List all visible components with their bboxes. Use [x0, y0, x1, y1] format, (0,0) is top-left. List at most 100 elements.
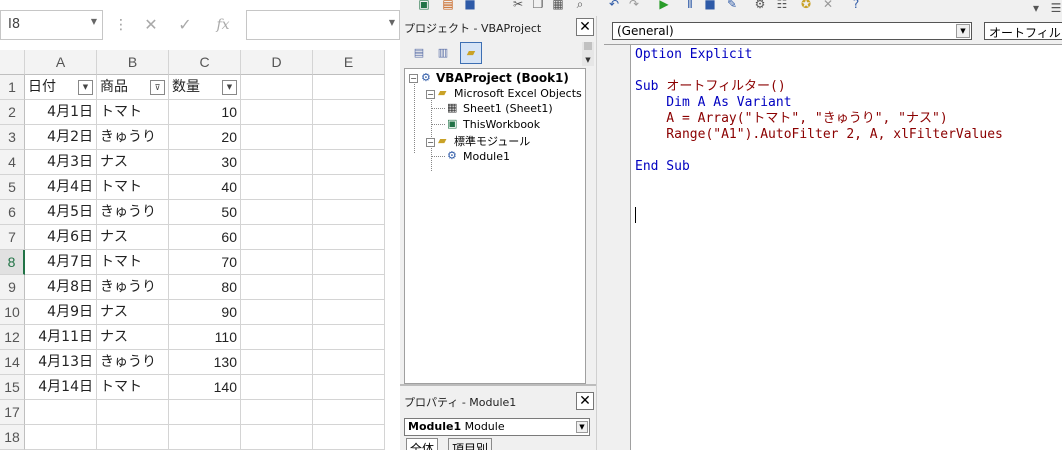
insert-module-icon[interactable]: ▤	[440, 0, 456, 12]
cell-d2[interactable]	[241, 100, 313, 125]
cell-d10[interactable]	[241, 300, 313, 325]
cell-b6[interactable]: きゅうり	[97, 200, 169, 225]
find-icon[interactable]: ⌕	[572, 0, 588, 12]
code-text[interactable]: Option Explicit Sub オートフィルター() Dim A As V…	[635, 47, 1003, 175]
row-header[interactable]: 8	[0, 250, 25, 275]
row-header[interactable]: 17	[0, 400, 25, 425]
cell-e8[interactable]	[313, 250, 385, 275]
tree-node-sheet1[interactable]: Sheet1 (Sheet1)	[463, 102, 553, 116]
cell-a1[interactable]: 日付 ▼	[25, 75, 97, 100]
cell-d7[interactable]	[241, 225, 313, 250]
cell-d6[interactable]	[241, 200, 313, 225]
cell-c9[interactable]: 80	[169, 275, 241, 300]
toolbar-options-icon[interactable]: ▾	[1028, 0, 1044, 16]
cell-b8[interactable]: トマト	[97, 250, 169, 275]
object-combo[interactable]: (General) ▼	[612, 22, 972, 40]
name-box[interactable]: I8 ▼	[0, 10, 103, 40]
cell-b18[interactable]	[97, 425, 169, 450]
filter-dropdown-icon[interactable]: ▼	[222, 80, 237, 95]
toolbar-more-icon[interactable]: ☰	[1048, 0, 1062, 16]
cell-d14[interactable]	[241, 350, 313, 375]
tab-categorized[interactable]: 項目別	[448, 438, 493, 450]
cancel-icon[interactable]: ✕	[136, 12, 166, 38]
cell-c6[interactable]: 50	[169, 200, 241, 225]
cell-e12[interactable]	[313, 325, 385, 350]
code-line[interactable]	[635, 143, 1003, 159]
paste-icon[interactable]: ▦	[550, 0, 566, 12]
chevron-down-icon[interactable]: ▼	[91, 17, 97, 26]
close-icon[interactable]: ✕	[576, 18, 594, 36]
column-header-e[interactable]: E	[313, 50, 385, 75]
select-all-corner[interactable]	[0, 50, 25, 75]
view-code-icon[interactable]: ▤	[408, 42, 430, 64]
project-explorer-icon[interactable]: ⚙	[752, 0, 768, 12]
code-line[interactable]: Sub オートフィルター()	[635, 79, 1003, 95]
undo-icon[interactable]: ↶	[606, 0, 622, 12]
cell-b7[interactable]: ナス	[97, 225, 169, 250]
cell-a10[interactable]: 4月9日	[25, 300, 97, 325]
code-editor[interactable]: Option Explicit Sub オートフィルター() Dim A As V…	[604, 44, 1062, 450]
cell-a8[interactable]: 4月7日	[25, 250, 97, 275]
close-icon[interactable]: ✕	[576, 392, 594, 410]
column-header-b[interactable]: B	[97, 50, 169, 75]
code-line[interactable]: A = Array("トマト", "きゅうり", "ナス")	[635, 111, 1003, 127]
row-header[interactable]: 18	[0, 425, 25, 450]
cell-e4[interactable]	[313, 150, 385, 175]
cell-a14[interactable]: 4月13日	[25, 350, 97, 375]
tree-node-module1[interactable]: Module1	[463, 150, 510, 164]
formula-input[interactable]: ▼	[246, 10, 400, 40]
row-header[interactable]: 2	[0, 100, 25, 125]
cell-b2[interactable]: トマト	[97, 100, 169, 125]
cell-b5[interactable]: トマト	[97, 175, 169, 200]
chevron-down-icon[interactable]: ▼	[956, 24, 970, 38]
cell-b14[interactable]: きゅうり	[97, 350, 169, 375]
code-line[interactable]	[635, 63, 1003, 79]
cell-a7[interactable]: 4月6日	[25, 225, 97, 250]
cell-c17[interactable]	[169, 400, 241, 425]
cell-c1[interactable]: 数量 ▼	[169, 75, 241, 100]
row-header[interactable]: 15	[0, 375, 25, 400]
chevron-down-icon[interactable]: ▼	[389, 18, 395, 27]
cell-b10[interactable]: ナス	[97, 300, 169, 325]
collapse-icon[interactable]: −	[409, 74, 418, 83]
collapse-icon[interactable]: −	[426, 90, 435, 99]
code-line[interactable]: Dim A As Variant	[635, 95, 1003, 111]
tab-alphabetic[interactable]: 全体	[406, 438, 439, 450]
cell-e17[interactable]	[313, 400, 385, 425]
cell-d5[interactable]	[241, 175, 313, 200]
cell-c5[interactable]: 40	[169, 175, 241, 200]
column-header-d[interactable]: D	[241, 50, 313, 75]
enter-icon[interactable]: ✓	[170, 12, 200, 38]
redo-icon[interactable]: ↷	[626, 0, 642, 12]
project-tree[interactable]: − ⚙ VBAProject (Book1) − ▰ Microsoft Exc…	[404, 68, 586, 384]
cell-c12[interactable]: 110	[169, 325, 241, 350]
design-mode-icon[interactable]: ✎	[724, 0, 740, 12]
procedure-combo[interactable]: オートフィルター	[984, 22, 1062, 40]
cell-a12[interactable]: 4月11日	[25, 325, 97, 350]
cell-c3[interactable]: 20	[169, 125, 241, 150]
cell-c2[interactable]: 10	[169, 100, 241, 125]
cell-a9[interactable]: 4月8日	[25, 275, 97, 300]
column-header-c[interactable]: C	[169, 50, 241, 75]
cell-b4[interactable]: ナス	[97, 150, 169, 175]
row-header[interactable]: 5	[0, 175, 25, 200]
cell-e2[interactable]	[313, 100, 385, 125]
cell-c4[interactable]: 30	[169, 150, 241, 175]
column-header-a[interactable]: A	[25, 50, 97, 75]
collapse-icon[interactable]: −	[426, 138, 435, 147]
row-header[interactable]: 1	[0, 75, 25, 100]
view-object-icon[interactable]: ▥	[432, 42, 454, 64]
cell-e6[interactable]	[313, 200, 385, 225]
row-header[interactable]: 14	[0, 350, 25, 375]
cell-d17[interactable]	[241, 400, 313, 425]
cell-e9[interactable]	[313, 275, 385, 300]
cell-d18[interactable]	[241, 425, 313, 450]
cell-b15[interactable]: トマト	[97, 375, 169, 400]
cell-d3[interactable]	[241, 125, 313, 150]
cell-e10[interactable]	[313, 300, 385, 325]
row-header[interactable]: 6	[0, 200, 25, 225]
cell-c14[interactable]: 130	[169, 350, 241, 375]
scrollbar[interactable]: ▼	[582, 42, 594, 66]
properties-icon[interactable]: ☷	[774, 0, 790, 12]
scroll-down-icon[interactable]: ▼	[582, 56, 594, 66]
